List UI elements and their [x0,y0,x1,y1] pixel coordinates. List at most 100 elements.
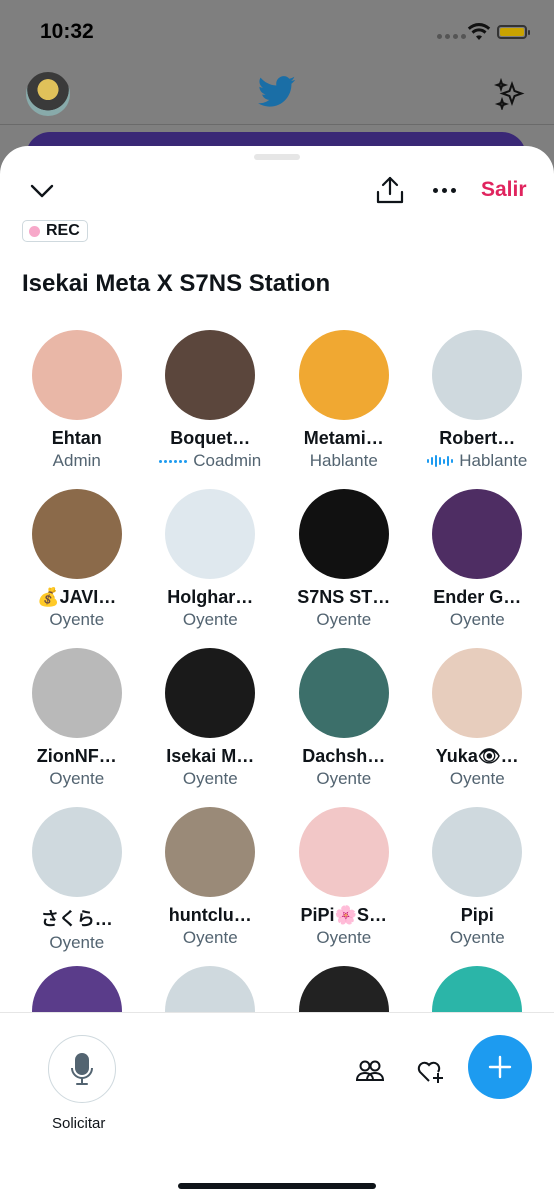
participant-role-row: Oyente [316,769,371,789]
participant-name: Metami… [303,428,384,448]
battery-icon [497,25,530,39]
space-title: Isekai Meta X S7NS Station [22,270,331,297]
add-button[interactable] [468,1035,532,1099]
status-bar: 10:32 [0,0,554,60]
participant-role: Oyente [49,769,105,788]
participant-role-row: Oyente [183,928,238,948]
participant-name: Holghar… [167,587,254,607]
participant-role: Oyente [182,610,238,629]
participant-role: Oyente [316,610,372,629]
participant-name: Yuka👁… [435,746,519,766]
participant-avatar [31,648,122,738]
share-icon[interactable] [374,174,406,206]
participant-item[interactable]: さくら… Oyente [10,807,144,966]
cellular-signal-icon [437,34,466,39]
status-time: 10:32 [40,20,94,43]
participant-role: Oyente [182,928,238,947]
heart-plus-icon[interactable] [416,1057,446,1085]
participant-item[interactable]: Isekai M… Oyente [144,648,278,807]
participant-avatar [298,330,389,420]
participant-avatar [432,807,523,897]
participant-role-row: Coadmin [159,451,261,471]
participant-name: 💰JAVI… [37,587,117,607]
participant-avatar [298,807,389,897]
participant-item[interactable]: Pipi Oyente [411,807,545,966]
participant-role-row: Hablante [310,451,378,471]
participant-item[interactable]: Ehtan Admin [10,330,144,489]
microphone-icon [71,1053,93,1085]
participant-role-row: Admin [53,451,101,471]
bottom-bar: Solicitar [0,1012,554,1201]
participant-role: Oyente [316,769,372,788]
participant-name: Boquet… [170,428,251,448]
people-icon[interactable] [356,1059,384,1083]
participant-item[interactable]: 💰JAVI… Oyente [10,489,144,648]
participant-name: Dachsh… [302,746,386,766]
record-dot-icon [29,225,40,237]
participant-role-row: Oyente [450,769,505,789]
recording-badge: REC [22,220,88,242]
participant-avatar [31,330,122,420]
participant-role: Coadmin [193,451,262,470]
participant-item[interactable]: Dachsh… Oyente [277,648,411,807]
participant-item[interactable]: Boquet… Coadmin [144,330,278,489]
chevron-down-icon[interactable] [28,176,56,204]
participant-role-row: Hablante [427,451,527,471]
participant-item[interactable]: Holghar… Oyente [144,489,278,648]
participant-avatar [165,648,256,738]
participant-name: PiPi🌸S… [300,905,387,925]
participant-item[interactable]: Robert… Hablante [411,330,545,489]
participant-item[interactable]: ZionNF… Oyente [10,648,144,807]
participant-name: Ehtan [51,428,102,448]
participant-name: さくら… [40,909,113,929]
participant-avatar [165,807,256,897]
participant-avatar [298,648,389,738]
participant-role: Oyente [316,928,372,947]
participant-role-row: Oyente [316,928,371,948]
participant-item[interactable]: S7NS ST… Oyente [277,489,411,648]
participant-item[interactable]: Metami… Hablante [277,330,411,489]
participant-avatar [165,489,256,579]
participant-role: Oyente [182,769,238,788]
participant-role-row: Oyente [49,610,104,630]
speaking-waveform-icon [427,455,454,467]
participant-name: Robert… [439,428,516,448]
participant-avatar [31,489,122,579]
participant-item[interactable]: Yuka👁… Oyente [411,648,545,807]
twitter-bird-icon [258,76,296,107]
participant-name: ZionNF… [36,746,117,766]
participant-role-row: Oyente [49,769,104,789]
participant-role-row: Oyente [183,769,238,789]
wifi-icon [467,23,491,40]
participant-role: Hablante [309,451,378,470]
sheet-grabber[interactable] [254,154,300,160]
background-header [0,60,554,125]
sparkle-icon [494,78,525,110]
participant-role-row: Oyente [316,610,371,630]
participant-role: Oyente [449,769,505,788]
participant-name: Isekai M… [166,746,255,766]
rec-label: REC [46,222,80,239]
participant-role: Oyente [49,610,105,629]
participant-item[interactable]: PiPi🌸S… Oyente [277,807,411,966]
participant-avatar [165,330,256,420]
more-options-icon[interactable] [428,176,460,204]
participant-avatar [31,807,122,897]
request-label: Solicitar [52,1115,106,1132]
profile-avatar [26,72,70,116]
participant-role: Hablante [459,451,528,470]
participant-name: S7NS ST… [297,587,391,607]
participant-role: Oyente [449,928,505,947]
participant-role: Oyente [449,610,505,629]
participant-item[interactable]: huntclu… Oyente [144,807,278,966]
speaking-dots-icon [159,459,188,463]
plus-icon [488,1055,512,1079]
participant-avatar [432,330,523,420]
participant-role: Oyente [49,933,105,952]
participant-avatar [298,489,389,579]
participant-item[interactable]: Ender G… Oyente [411,489,545,648]
request-to-speak-button[interactable] [48,1035,116,1103]
leave-space-button[interactable]: Salir [481,178,527,202]
participant-name: Ender G… [433,587,522,607]
participant-role-row: Oyente [183,610,238,630]
